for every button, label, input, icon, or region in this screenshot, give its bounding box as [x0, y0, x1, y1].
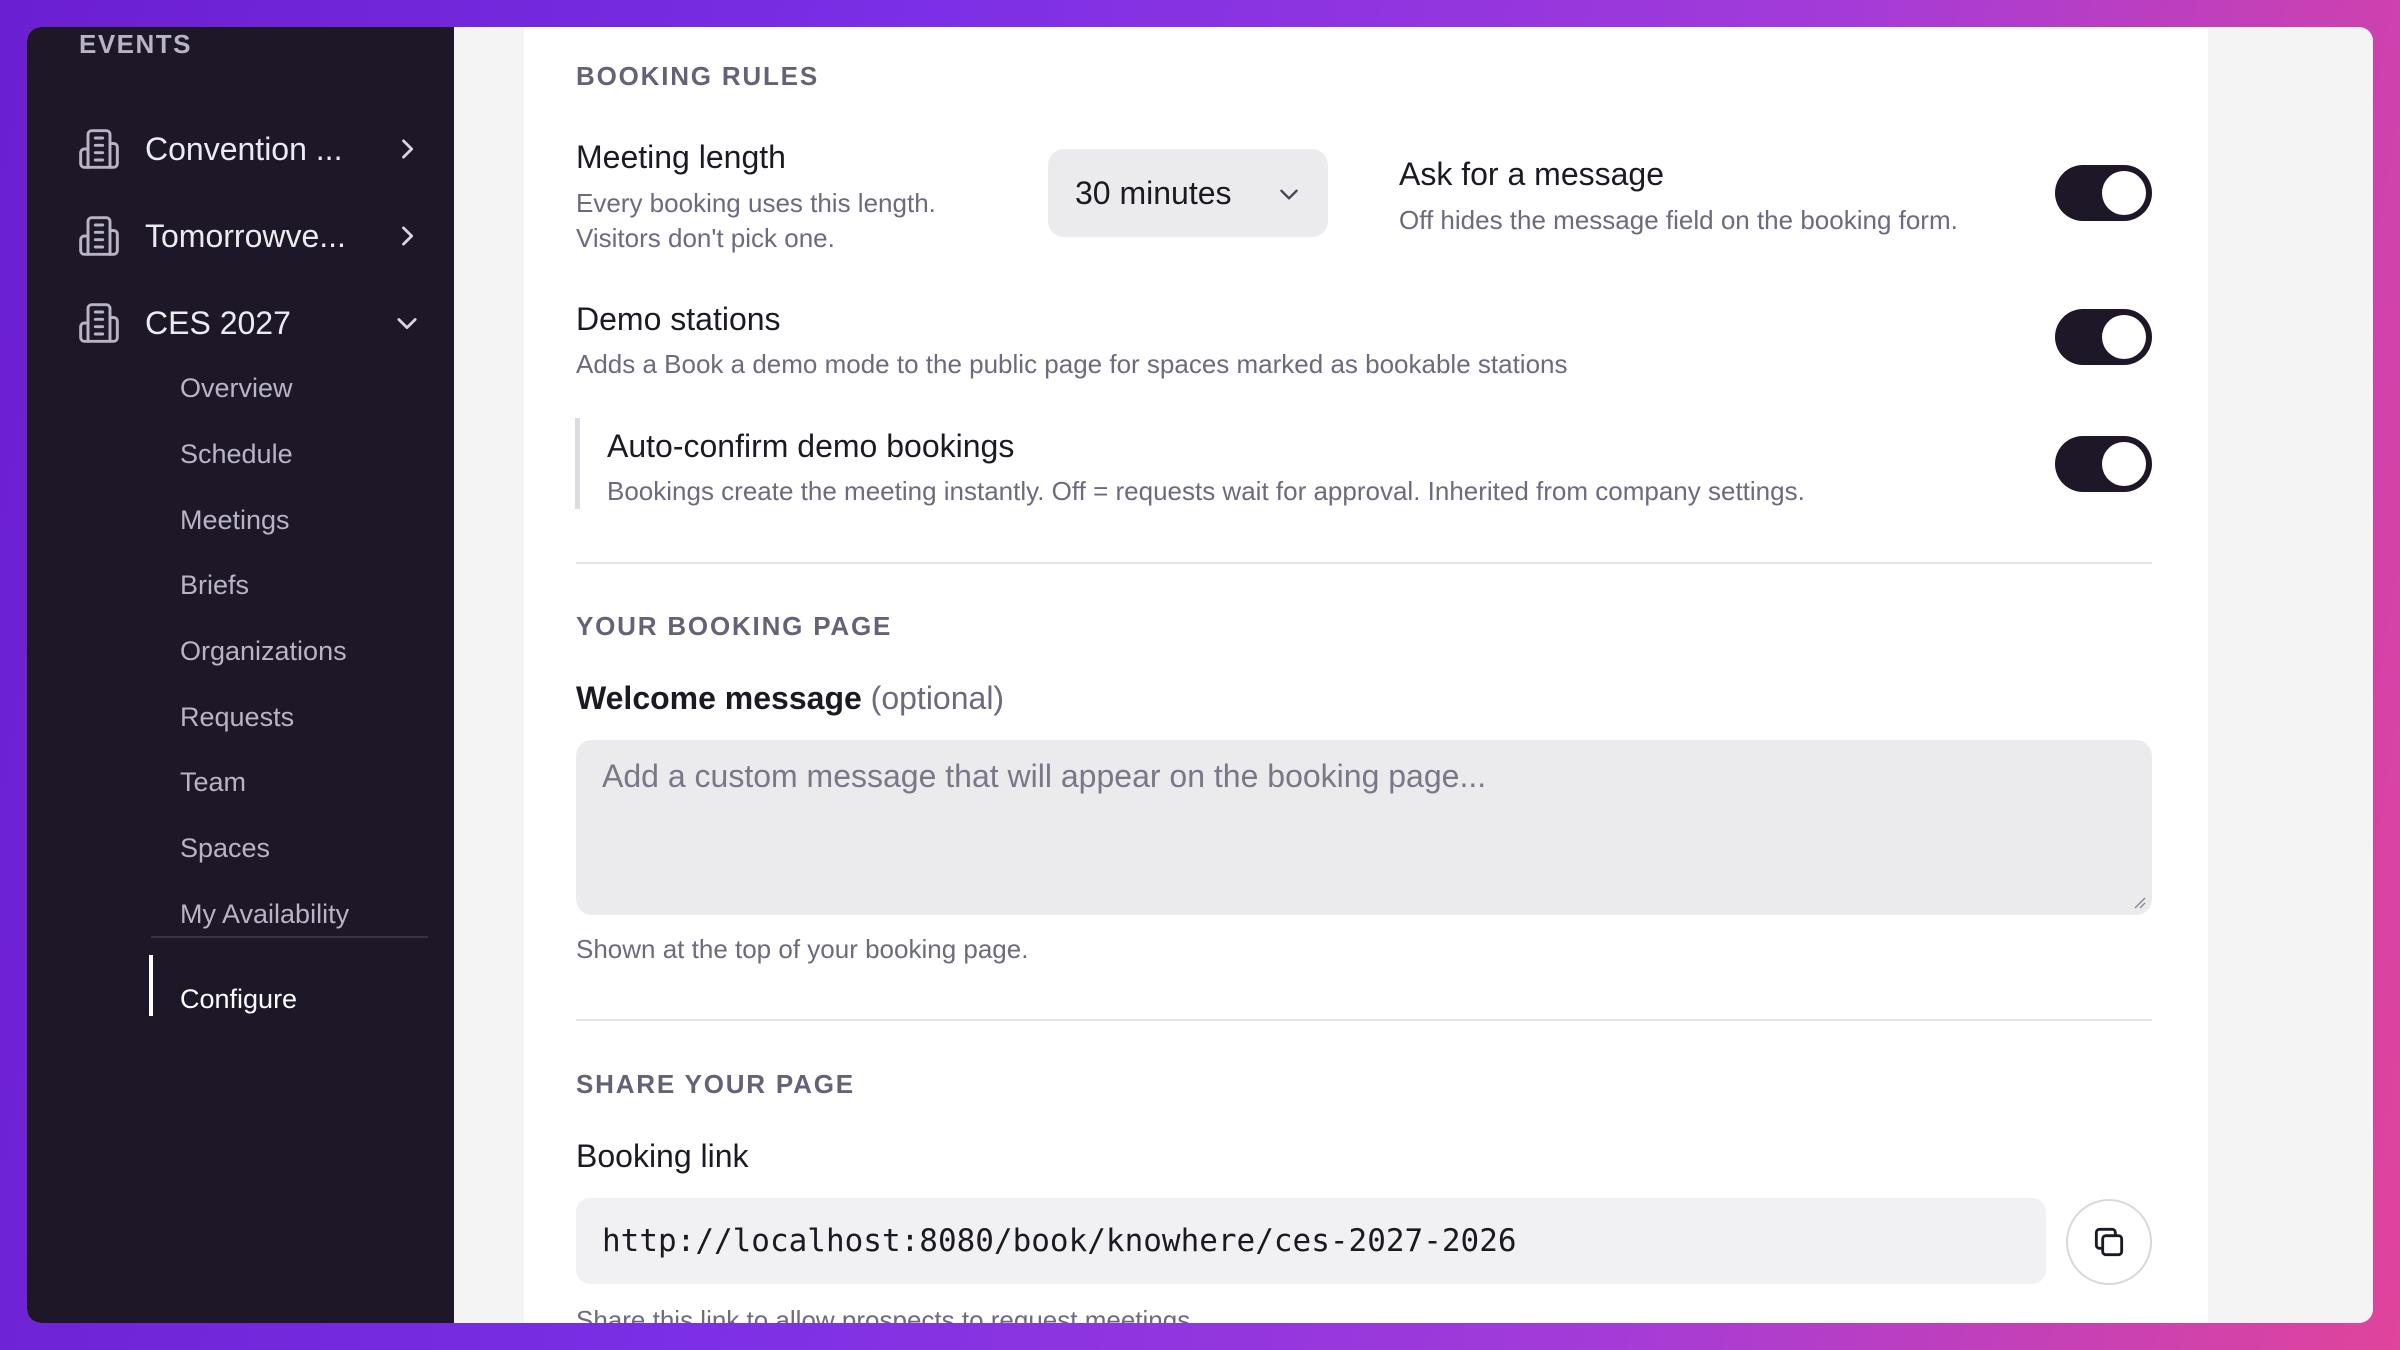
booking-link-value: http://localhost:8080/book/knowhere/ces-…: [602, 1223, 1517, 1259]
section-divider: [576, 1019, 2152, 1021]
active-indicator: [149, 955, 153, 1016]
sidebar-event-tomorrowverse[interactable]: Tomorrowve...: [77, 204, 427, 268]
welcome-optional-text: (optional): [870, 680, 1005, 716]
sidebar-item-schedule[interactable]: Schedule: [180, 439, 293, 470]
chevron-right-icon: [402, 139, 414, 159]
auto-confirm-desc: Bookings create the meeting instantly. O…: [607, 476, 1805, 506]
sidebar: EVENTS Convention ... Tomorrowve... CES …: [27, 27, 454, 1323]
sidebar-event-ces-2027[interactable]: CES 2027: [77, 291, 427, 355]
booking-link-label: Booking link: [576, 1138, 749, 1174]
meeting-length-label: Meeting length: [576, 139, 786, 175]
section-title-booking-rules: BOOKING RULES: [576, 61, 819, 91]
booking-link-help: Share this link to allow prospects to re…: [576, 1305, 1191, 1323]
indent-bar: [575, 418, 580, 509]
meeting-length-desc-1: Every booking uses this length.: [576, 188, 936, 218]
resize-handle-icon[interactable]: [2130, 893, 2146, 909]
sidebar-item-spaces[interactable]: Spaces: [180, 833, 270, 864]
demo-stations-desc: Adds a Book a demo mode to the public pa…: [576, 349, 1568, 379]
ask-message-toggle[interactable]: [2055, 165, 2152, 221]
chevron-down-icon: [1280, 189, 1298, 200]
copy-icon: [2094, 1227, 2124, 1257]
sidebar-heading: EVENTS: [79, 29, 193, 59]
sidebar-item-configure[interactable]: Configure: [180, 984, 297, 1015]
sidebar-item-team[interactable]: Team: [180, 767, 246, 798]
demo-stations-toggle[interactable]: [2055, 309, 2152, 365]
welcome-label-text: Welcome message: [576, 680, 862, 716]
booking-link-field[interactable]: http://localhost:8080/book/knowhere/ces-…: [576, 1198, 2046, 1284]
select-value: 30 minutes: [1075, 174, 1232, 211]
auto-confirm-label: Auto-confirm demo bookings: [607, 428, 1015, 464]
ask-message-label: Ask for a message: [1399, 156, 1664, 192]
welcome-message-label: Welcome message (optional): [576, 680, 1004, 717]
demo-stations-label: Demo stations: [576, 301, 781, 337]
toggle-knob: [2102, 171, 2146, 215]
sidebar-item-briefs[interactable]: Briefs: [180, 570, 249, 601]
event-label: CES 2027: [145, 304, 291, 341]
meeting-length-select[interactable]: 30 minutes: [1048, 149, 1328, 237]
chevron-down-icon: [397, 318, 417, 330]
building-icon: [79, 129, 119, 169]
auto-confirm-toggle[interactable]: [2055, 436, 2152, 492]
section-title-share: SHARE YOUR PAGE: [576, 1069, 855, 1099]
toggle-knob: [2102, 315, 2146, 359]
building-icon: [79, 303, 119, 343]
section-divider: [576, 562, 2152, 564]
section-title-booking-page: YOUR BOOKING PAGE: [576, 611, 893, 641]
welcome-help-text: Shown at the top of your booking page.: [576, 934, 1029, 964]
meeting-length-desc-2: Visitors don't pick one.: [576, 223, 835, 253]
sidebar-item-meetings[interactable]: Meetings: [180, 505, 290, 536]
building-icon: [79, 216, 119, 256]
sidebar-item-overview[interactable]: Overview: [180, 373, 293, 404]
sidebar-item-my-availability[interactable]: My Availability: [180, 899, 349, 930]
chevron-right-icon: [402, 226, 414, 246]
copy-link-button[interactable]: [2066, 1199, 2152, 1285]
sidebar-item-organizations[interactable]: Organizations: [180, 636, 347, 667]
event-label: Tomorrowve...: [145, 217, 346, 254]
sidebar-item-requests[interactable]: Requests: [180, 702, 294, 733]
welcome-message-textarea[interactable]: Add a custom message that will appear on…: [576, 740, 2152, 915]
sidebar-divider: [151, 936, 428, 938]
textarea-placeholder: Add a custom message that will appear on…: [602, 758, 1487, 794]
sidebar-event-convention[interactable]: Convention ...: [77, 117, 427, 181]
event-label: Convention ...: [145, 130, 343, 167]
ask-message-desc: Off hides the message field on the booki…: [1399, 205, 1958, 235]
toggle-knob: [2102, 442, 2146, 486]
